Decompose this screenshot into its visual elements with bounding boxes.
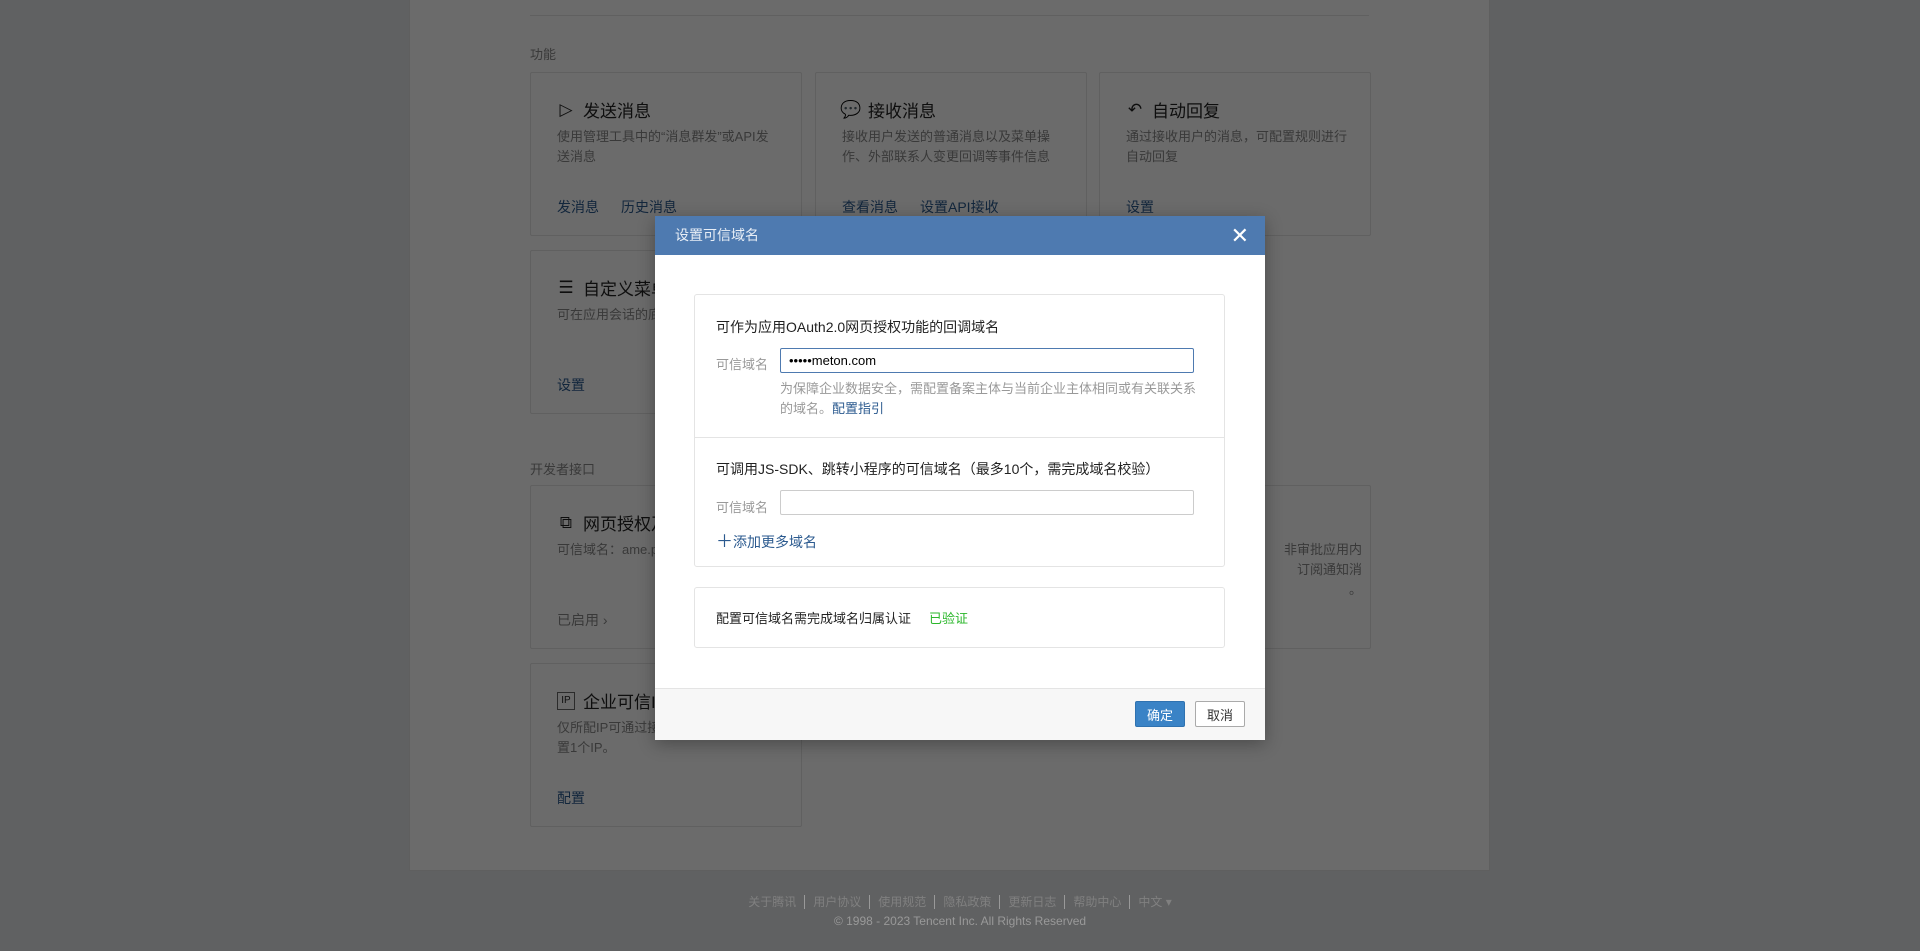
card-desc: 非审批应用内 订阅通知消 。 — [1283, 542, 1362, 597]
divider — [695, 437, 1224, 438]
reply-icon: ↶ — [1127, 99, 1143, 119]
history-link[interactable]: 历史消息 — [621, 197, 677, 217]
close-icon[interactable]: ✕ — [1231, 216, 1249, 255]
footer-link[interactable]: 用户协议 — [805, 895, 871, 909]
send-message-link[interactable]: 发消息 — [557, 197, 599, 217]
card-send-message: ▷ 发送消息 使用管理工具中的“消息群发”或API发送消息 发消息 历史消息 — [530, 72, 802, 236]
jssdk-section-title: 可调用JS-SDK、跳转小程序的可信域名（最多10个，需完成域名校验） — [716, 461, 1160, 477]
menu-icon: ☰ — [558, 277, 574, 297]
card-desc: 使用管理工具中的“消息群发”或API发送消息 — [557, 129, 769, 164]
oauth-section-title: 可作为应用OAuth2.0网页授权功能的回调域名 — [716, 319, 1000, 335]
verify-text: 配置可信域名需完成域名归属认证 — [716, 611, 912, 626]
add-more-label: 添加更多域名 — [733, 534, 817, 550]
jssdk-domain-input[interactable] — [780, 490, 1194, 515]
footer-links: 关于腾讯 用户协议 使用规范 隐私政策 更新日志 帮助中心 中文 ▾ — [0, 893, 1920, 910]
dialog-title: 设置可信域名 — [675, 227, 759, 243]
message-icon: 💬 — [840, 99, 862, 119]
card-title: 发送消息 — [583, 102, 651, 121]
jssdk-domain-label: 可信域名 — [716, 500, 769, 515]
card-desc: 接收用户发送的普通消息以及菜单操作、外部联系人变更回调等事件信息 — [842, 129, 1051, 164]
send-icon: ▷ — [559, 99, 573, 119]
menu-settings-link[interactable]: 设置 — [557, 375, 585, 395]
plus-icon: ＋ — [716, 532, 733, 551]
footer-link[interactable]: 帮助中心 — [1065, 895, 1131, 909]
dialog-footer: 确定 取消 — [655, 688, 1265, 740]
section-developer: 开发者接口 — [530, 462, 596, 477]
copyright: © 1998 - 2023 Tencent Inc. All Rights Re… — [833, 914, 1087, 928]
footer-link[interactable]: 隐私政策 — [935, 895, 1001, 909]
footer-link[interactable]: 更新日志 — [1000, 895, 1066, 909]
ip-icon: IP — [557, 691, 575, 710]
oauth-domain-label: 可信域名 — [716, 357, 769, 372]
card-auto-reply: ↶ 自动回复 通过接收用户的消息，可配置规则进行自动回复 设置 — [1099, 72, 1371, 236]
card-desc: 通过接收用户的消息，可配置规则进行自动回复 — [1126, 129, 1348, 164]
verified-status: 已验证 — [929, 611, 969, 626]
divider — [530, 15, 1369, 16]
copy-icon: ⧉ — [559, 512, 573, 532]
dialog-header: 设置可信域名 ✕ — [655, 216, 1265, 255]
enabled-link[interactable]: 已启用 › — [557, 610, 608, 630]
card-title: 接收消息 — [868, 102, 936, 121]
domain-config-box: 可作为应用OAuth2.0网页授权功能的回调域名 可信域名 为保障企业数据安全，… — [694, 294, 1225, 567]
auto-reply-settings-link[interactable]: 设置 — [1126, 197, 1154, 217]
footer-link[interactable]: 关于腾讯 — [740, 895, 806, 909]
oauth-domain-input[interactable] — [780, 348, 1194, 373]
view-messages-link[interactable]: 查看消息 — [842, 197, 898, 217]
cancel-button[interactable]: 取消 — [1195, 701, 1245, 727]
card-title: 自动回复 — [1152, 102, 1220, 121]
config-guide-link[interactable]: 配置指引 — [832, 401, 884, 416]
trusted-domain-dialog: 设置可信域名 ✕ 可作为应用OAuth2.0网页授权功能的回调域名 可信域名 为… — [655, 216, 1265, 740]
ip-config-link[interactable]: 配置 — [557, 788, 585, 808]
oauth-help-text: 为保障企业数据安全，需配置备案主体与当前企业主体相同或有关联关系的域名。配置指引 — [780, 379, 1200, 419]
verify-box: 配置可信域名需完成域名归属认证 已验证 — [694, 587, 1225, 648]
card-receive-message: 💬 接收消息 接收用户发送的普通消息以及菜单操作、外部联系人变更回调等事件信息 查… — [815, 72, 1087, 236]
language-select[interactable]: 中文 ▾ — [1130, 895, 1179, 909]
add-more-domains-button[interactable]: ＋添加更多域名 — [716, 527, 817, 552]
section-features: 功能 — [530, 47, 557, 62]
api-receive-link[interactable]: 设置API接收 — [920, 197, 999, 217]
confirm-button[interactable]: 确定 — [1135, 701, 1185, 727]
footer-link[interactable]: 使用规范 — [870, 895, 936, 909]
